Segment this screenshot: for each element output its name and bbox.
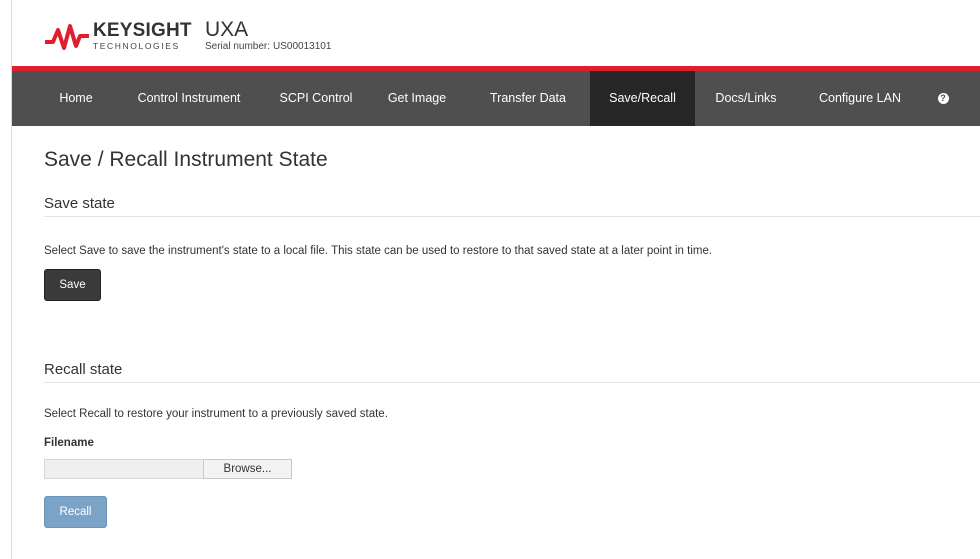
brand-subtitle: TECHNOLOGIES <box>93 41 180 51</box>
filename-label: Filename <box>44 437 94 449</box>
recall-section-title: Recall state <box>44 361 123 378</box>
nav-item-save-recall[interactable]: Save/Recall <box>590 71 695 126</box>
serial-label: Serial number: <box>205 41 271 52</box>
nav-item-control-instrument[interactable]: Control Instrument <box>116 71 262 126</box>
header: KEYSIGHT TECHNOLOGIES UXA Serial number:… <box>12 0 980 66</box>
recall-description: Select Recall to restore your instrument… <box>44 408 388 420</box>
window-left-edge <box>0 0 12 559</box>
nav-item-home[interactable]: Home <box>46 71 106 126</box>
nav-item-docs-links[interactable]: Docs/Links <box>701 71 791 126</box>
save-section-divider <box>44 216 980 217</box>
main-nav: Home Control Instrument SCPI Control Get… <box>12 71 980 126</box>
product-name: UXA <box>205 18 249 41</box>
app-frame: KEYSIGHT TECHNOLOGIES UXA Serial number:… <box>12 0 980 559</box>
keysight-wave-logo-icon <box>45 24 89 50</box>
save-button[interactable]: Save <box>44 269 101 301</box>
recall-section-divider <box>44 382 980 383</box>
nav-item-scpi-control[interactable]: SCPI Control <box>264 71 368 126</box>
save-description: Select Save to save the instrument's sta… <box>44 245 713 257</box>
serial-number: Serial number: US00013101 <box>205 41 331 52</box>
recall-button[interactable]: Recall <box>44 496 107 528</box>
nav-item-configure-lan[interactable]: Configure LAN <box>805 71 915 126</box>
help-circle-icon: ? <box>937 93 949 105</box>
browse-button[interactable]: Browse... <box>203 459 292 479</box>
filename-field[interactable] <box>44 459 203 479</box>
nav-item-transfer-data[interactable]: Transfer Data <box>472 71 584 126</box>
page-title: Save / Recall Instrument State <box>44 148 328 171</box>
nav-item-get-image[interactable]: Get Image <box>373 71 461 126</box>
nav-item-help[interactable]: ? <box>933 71 953 126</box>
serial-value: US00013101 <box>273 41 332 52</box>
save-section-title: Save state <box>44 195 115 212</box>
brand-name: KEYSIGHT <box>93 20 192 41</box>
